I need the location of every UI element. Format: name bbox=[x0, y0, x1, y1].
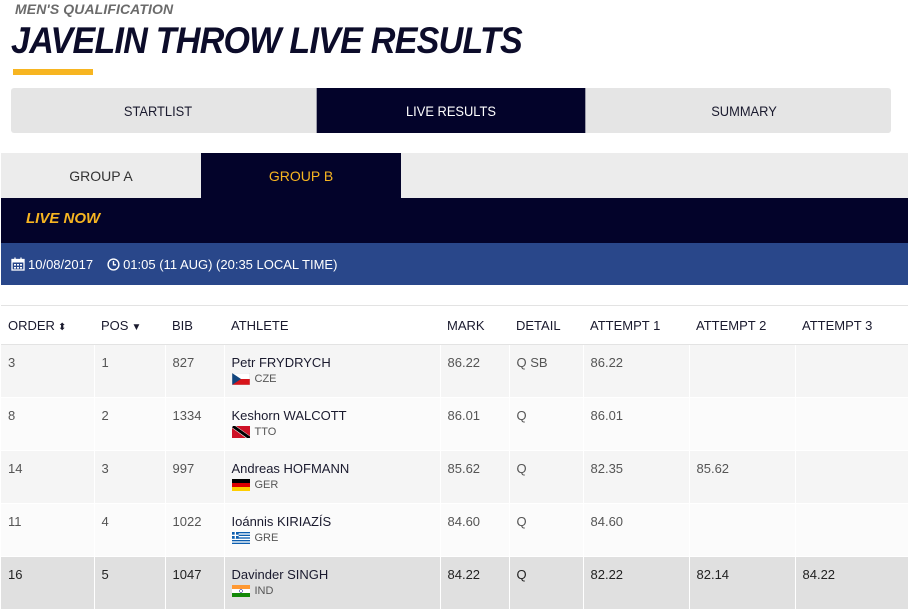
tab-summary[interactable]: SUMMARY bbox=[609, 88, 879, 133]
attempt-1-cell: 82.35 bbox=[590, 461, 624, 476]
country-code: GRE bbox=[254, 532, 279, 544]
table-row[interactable]: 8 2 1334 Keshorn WALCOTT TTO 86.01 Q 86.… bbox=[1, 397, 908, 451]
table-row[interactable]: 3 1 827 Petr FRYDRYCH CZE 86.22 Q SB 86.… bbox=[1, 344, 908, 398]
athlete-name[interactable]: Ioánnis KIRIAZÍS bbox=[232, 514, 440, 529]
pos-cell: 1 bbox=[101, 355, 109, 370]
attempt-3-cell: 84.22 bbox=[802, 567, 836, 582]
order-cell: 8 bbox=[8, 408, 16, 423]
detail-cell: Q bbox=[516, 567, 527, 582]
tab-live-results[interactable]: LIVE RESULTS bbox=[316, 88, 586, 133]
tab-group-a[interactable]: GROUP A bbox=[1, 153, 201, 198]
mark-cell: 86.22 bbox=[447, 355, 481, 370]
title-underline bbox=[13, 69, 93, 75]
main-tabs: STARTLIST LIVE RESULTS SUMMARY bbox=[11, 88, 891, 133]
event-subtitle: MEN'S QUALIFICATION bbox=[15, 1, 174, 17]
col-bib: BIB bbox=[165, 305, 224, 345]
bib-cell: 827 bbox=[172, 355, 195, 370]
bib-cell: 997 bbox=[172, 461, 195, 476]
pos-cell: 3 bbox=[101, 461, 109, 476]
detail-cell: Q bbox=[516, 514, 527, 529]
col-athlete: ATHLETE bbox=[224, 305, 440, 345]
tab-group-b[interactable]: GROUP B bbox=[201, 153, 401, 198]
country-code: GER bbox=[254, 479, 279, 491]
country-code: CZE bbox=[254, 373, 277, 385]
pos-cell: 2 bbox=[101, 408, 109, 423]
event-date: 10/08/2017 bbox=[28, 256, 94, 272]
bib-cell: 1047 bbox=[172, 567, 202, 582]
detail-cell: Q SB bbox=[516, 355, 548, 370]
athlete-name[interactable]: Andreas HOFMANN bbox=[232, 461, 440, 476]
pos-cell: 4 bbox=[101, 514, 109, 529]
attempt-2-cell: 82.14 bbox=[696, 567, 730, 582]
calendar-icon bbox=[11, 257, 25, 271]
flag-ind-icon bbox=[231, 585, 250, 597]
flag-gre-icon bbox=[231, 532, 250, 544]
attempt-3-cell bbox=[803, 345, 908, 355]
live-now-label: LIVE NOW bbox=[26, 210, 101, 227]
date-bar: 10/08/2017 01:05 (11 AUG) (20:35 LOCAL T… bbox=[1, 243, 908, 285]
mark-cell: 85.62 bbox=[447, 461, 481, 476]
attempt-2-cell bbox=[697, 345, 795, 355]
clock-icon bbox=[107, 257, 120, 271]
attempt-2-cell: 85.62 bbox=[696, 461, 730, 476]
col-attempt-2: ATTEMPT 2 bbox=[689, 305, 795, 345]
mark-cell: 84.60 bbox=[447, 514, 481, 529]
country-code: IND bbox=[254, 585, 274, 597]
tab-startlist[interactable]: STARTLIST bbox=[23, 88, 293, 133]
attempt-1-cell: 86.01 bbox=[590, 408, 624, 423]
table-row[interactable]: 16 5 1047 Davinder SINGH IND 84.22 Q 82.… bbox=[1, 556, 908, 610]
order-cell: 11 bbox=[8, 514, 22, 529]
bib-cell: 1022 bbox=[172, 514, 202, 529]
results-table: ORDER ⬍ POS ▼ BIB ATHLETE MARK DETAIL ATTE… bbox=[1, 305, 908, 610]
col-attempt-3: ATTEMPT 3 bbox=[795, 305, 908, 345]
attempt-2-cell bbox=[697, 398, 795, 408]
sort-both-icon: ⬍ bbox=[57, 321, 67, 333]
col-order[interactable]: ORDER ⬍ bbox=[1, 305, 94, 345]
table-header-row: ORDER ⬍ POS ▼ BIB ATHLETE MARK DETAIL ATTE… bbox=[1, 305, 908, 345]
attempt-1-cell: 86.22 bbox=[590, 355, 624, 370]
table-row[interactable]: 14 3 997 Andreas HOFMANN GER 85.62 Q 82.… bbox=[1, 450, 908, 504]
flag-tto-icon bbox=[231, 426, 250, 438]
col-attempt-1: ATTEMPT 1 bbox=[583, 305, 689, 345]
live-banner: LIVE NOW bbox=[1, 198, 908, 243]
table-row[interactable]: 11 4 1022 Ioánnis KIRIAZÍS GRE 84.60 Q 8… bbox=[1, 503, 908, 557]
attempt-3-cell bbox=[803, 451, 908, 461]
attempt-3-cell bbox=[803, 504, 908, 514]
col-detail: DETAIL bbox=[509, 305, 583, 345]
bib-cell: 1334 bbox=[172, 408, 202, 423]
athlete-name[interactable]: Petr FRYDRYCH bbox=[232, 355, 440, 370]
event-time: 01:05 (11 AUG) (20:35 LOCAL TIME) bbox=[123, 256, 338, 272]
detail-cell: Q bbox=[516, 461, 527, 476]
flag-ger-icon bbox=[231, 479, 250, 491]
athlete-name[interactable]: Keshorn WALCOTT bbox=[232, 408, 440, 423]
mark-cell: 86.01 bbox=[447, 408, 481, 423]
col-mark: MARK bbox=[440, 305, 509, 345]
order-cell: 14 bbox=[8, 461, 23, 476]
athlete-name[interactable]: Davinder SINGH bbox=[232, 567, 440, 582]
flag-cze-icon bbox=[231, 373, 250, 385]
col-pos[interactable]: POS ▼ bbox=[94, 305, 165, 345]
attempt-2-cell bbox=[697, 504, 795, 514]
sort-down-icon: ▼ bbox=[131, 321, 142, 333]
page-title: JAVELIN THROW LIVE RESULTS bbox=[11, 20, 523, 61]
order-cell: 3 bbox=[8, 355, 16, 370]
country-code: TTO bbox=[254, 426, 277, 438]
attempt-1-cell: 84.60 bbox=[590, 514, 624, 529]
group-tabs: GROUP A GROUP B bbox=[1, 153, 908, 198]
mark-cell: 84.22 bbox=[447, 567, 481, 582]
attempt-1-cell: 82.22 bbox=[590, 567, 624, 582]
pos-cell: 5 bbox=[101, 567, 109, 582]
attempt-3-cell bbox=[803, 398, 908, 408]
order-cell: 16 bbox=[8, 567, 23, 582]
detail-cell: Q bbox=[516, 408, 527, 423]
